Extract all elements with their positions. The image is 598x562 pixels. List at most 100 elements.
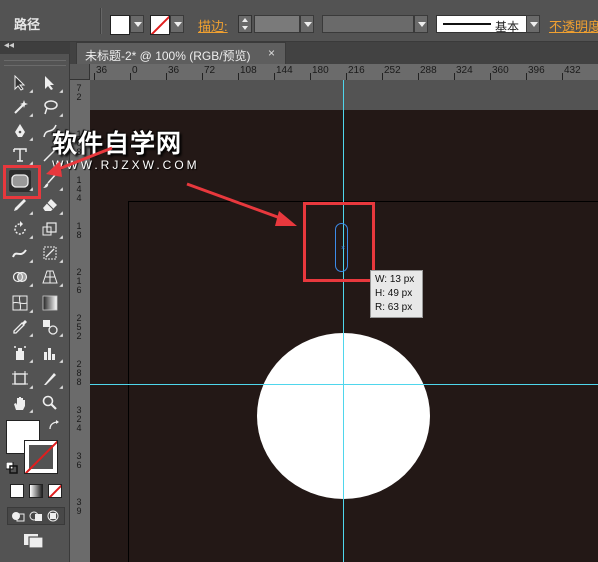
variable-width-dropdown[interactable] xyxy=(414,15,428,33)
mesh-tool[interactable] xyxy=(9,292,31,314)
ruler-tick xyxy=(454,73,455,80)
change-screen-mode-icon[interactable] xyxy=(22,532,46,550)
horizontal-ruler[interactable]: 36 0 36 72 108 144 180 216 252 288 324 360 396 432 xyxy=(90,64,598,81)
ruler-label: 2 5 2 xyxy=(76,313,82,341)
default-colors-icon[interactable] xyxy=(6,462,18,474)
hand-tool[interactable] xyxy=(9,392,31,414)
stroke-label[interactable]: 描边: xyxy=(198,16,228,35)
ruler-label: 324 xyxy=(456,65,473,76)
direct-selection-tool[interactable] xyxy=(39,72,61,94)
stroke-weight-spinner[interactable] xyxy=(238,15,252,33)
variable-width-field[interactable] xyxy=(322,15,414,33)
warp-tool[interactable] xyxy=(9,242,31,264)
horizontal-guide[interactable] xyxy=(90,384,598,385)
ruler-label: 3 2 4 xyxy=(76,405,82,433)
brush-dropdown[interactable] xyxy=(526,15,540,33)
ruler-label: 252 xyxy=(384,65,401,76)
rotate-icon xyxy=(14,221,26,235)
stroke-color-swatch[interactable] xyxy=(150,15,170,35)
artboard-tool[interactable] xyxy=(9,368,31,390)
fill-mode-none[interactable] xyxy=(48,484,62,498)
ruler-label: 0 xyxy=(132,65,138,76)
gradient-tool[interactable] xyxy=(39,292,61,314)
ruler-tick xyxy=(166,73,167,80)
perspective-grid-tool[interactable] xyxy=(39,266,61,288)
ruler-tick xyxy=(562,73,563,80)
eyedropper-icon xyxy=(13,320,27,334)
symbol-sprayer-tool[interactable] xyxy=(9,342,31,364)
fill-color-swatch[interactable] xyxy=(110,15,130,35)
magic-wand-tool[interactable] xyxy=(9,96,31,118)
ruler-label: 1 4 4 xyxy=(76,175,82,203)
ruler-label: 72 xyxy=(204,65,216,76)
pen-nib-icon xyxy=(15,124,25,137)
toolbox-header[interactable]: ◂◂ xyxy=(0,40,70,54)
ruler-tick xyxy=(526,73,527,80)
ruler-label: 2 8 8 xyxy=(76,359,82,387)
ruler-tick xyxy=(130,73,131,80)
ruler-tick xyxy=(238,73,239,80)
warp-icon xyxy=(12,249,27,258)
hand-icon xyxy=(14,397,25,410)
scale-icon xyxy=(42,222,57,236)
free-transform-tool[interactable] xyxy=(39,242,61,264)
ruler-origin[interactable] xyxy=(70,64,90,80)
pencil-icon xyxy=(14,199,26,211)
fill-mode-gradient[interactable] xyxy=(29,484,43,498)
slice-tool[interactable] xyxy=(39,368,61,390)
column-graph-tool[interactable] xyxy=(39,342,61,364)
document-tab[interactable]: 未标题-2* @ 100% (RGB/预览) × xyxy=(76,42,286,64)
scale-tool[interactable] xyxy=(39,218,61,240)
column-graph-icon xyxy=(44,348,55,360)
fill-mode-color[interactable] xyxy=(10,484,24,498)
blend-tool[interactable] xyxy=(39,316,61,338)
stroke-dropdown-button[interactable] xyxy=(170,15,184,33)
selection-tool[interactable] xyxy=(9,72,31,94)
rotate-tool[interactable] xyxy=(9,218,31,240)
fill-dropdown-button[interactable] xyxy=(130,15,144,33)
stroke-color-box[interactable] xyxy=(24,440,58,474)
ruler-tick xyxy=(346,73,347,80)
ruler-label: 7 2 xyxy=(76,83,82,102)
ruler-label: 432 xyxy=(564,65,581,76)
vertical-guide[interactable] xyxy=(343,80,344,562)
swap-colors-icon[interactable] xyxy=(48,420,60,432)
draw-normal-icon[interactable] xyxy=(11,510,25,522)
close-tab-icon[interactable]: × xyxy=(268,46,275,60)
canvas-area[interactable] xyxy=(90,110,598,562)
brush-definition-field[interactable]: 基本 xyxy=(436,15,540,34)
draw-inside-icon[interactable] xyxy=(47,510,61,522)
lasso-icon xyxy=(44,100,58,115)
lasso-tool[interactable] xyxy=(39,96,61,118)
ruler-label: 180 xyxy=(312,65,329,76)
eyedropper-tool[interactable] xyxy=(9,316,31,338)
eraser-tool[interactable] xyxy=(39,194,61,216)
collapse-icon[interactable]: ◂◂ xyxy=(4,40,14,51)
gradient-icon xyxy=(42,295,58,311)
paintbrush-tool[interactable] xyxy=(39,170,61,192)
ruler-tick xyxy=(274,73,275,80)
ruler-tick xyxy=(202,73,203,80)
opacity-label[interactable]: 不透明度 xyxy=(549,16,598,35)
watermark-url: WWW.RJZXW.COM xyxy=(52,158,200,172)
stroke-weight-field[interactable] xyxy=(254,15,300,33)
direct-selection-arrow-icon xyxy=(45,76,54,90)
type-tool[interactable] xyxy=(9,144,31,166)
shape-builder-tool[interactable] xyxy=(9,266,31,288)
ruler-label: 396 xyxy=(528,65,545,76)
document-tab-title: 未标题-2* @ 100% (RGB/预览) xyxy=(85,49,251,63)
zoom-tool[interactable] xyxy=(39,392,61,414)
stroke-label-text: 描边 xyxy=(198,19,225,34)
brush-name: 基本 xyxy=(495,20,520,34)
ruler-label: 2 1 6 xyxy=(76,267,82,295)
ruler-tick xyxy=(382,73,383,80)
ruler-label: 36 xyxy=(96,65,108,76)
selection-type-label: 路径 xyxy=(14,17,41,32)
draw-behind-icon[interactable] xyxy=(29,510,43,522)
toolbox-grip[interactable] xyxy=(4,60,66,66)
control-bar: 路径 描边: 基本 不透明度 xyxy=(0,0,598,42)
pen-tool[interactable] xyxy=(9,120,31,142)
blend-icon xyxy=(43,320,58,335)
paintbrush-icon xyxy=(43,173,57,188)
stroke-weight-dropdown[interactable] xyxy=(300,15,314,33)
